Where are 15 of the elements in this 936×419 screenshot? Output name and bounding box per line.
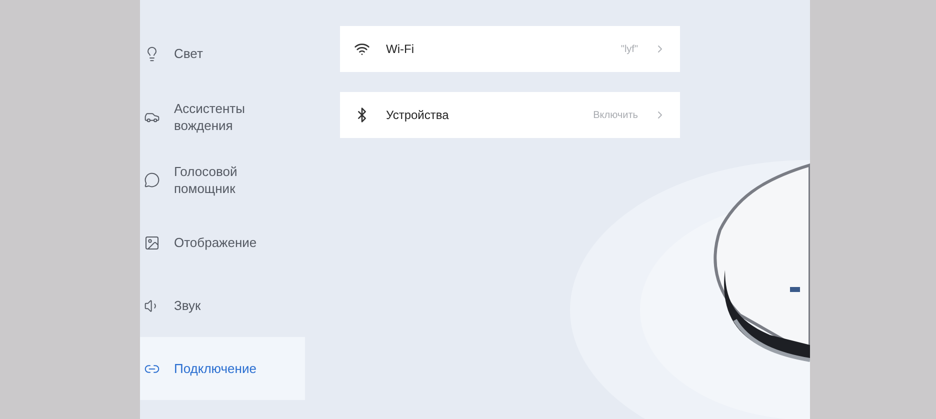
settings-row[interactable]: Устройства Включить bbox=[340, 92, 680, 138]
sidebar-item[interactable]: Ассистенты вождения bbox=[140, 85, 305, 148]
wifi-icon bbox=[354, 41, 370, 57]
row-label: Устройства bbox=[386, 107, 450, 124]
row-value: "lyf" bbox=[620, 42, 638, 56]
speech-bubble-icon bbox=[144, 172, 160, 188]
row-label: Wi-Fi bbox=[386, 41, 415, 58]
sidebar-item[interactable]: Голосовой помощник bbox=[140, 148, 305, 211]
settings-row[interactable]: Wi-Fi "lyf" bbox=[340, 26, 680, 72]
row-value: Включить bbox=[593, 108, 638, 122]
sidebar-item[interactable]: Свет bbox=[140, 22, 305, 85]
sidebar-item[interactable]: Подключение bbox=[140, 337, 305, 400]
screen-icon bbox=[144, 234, 160, 250]
sidebar-item[interactable]: Звук bbox=[140, 274, 305, 337]
sidebar-item[interactable]: Отображение bbox=[140, 211, 305, 274]
